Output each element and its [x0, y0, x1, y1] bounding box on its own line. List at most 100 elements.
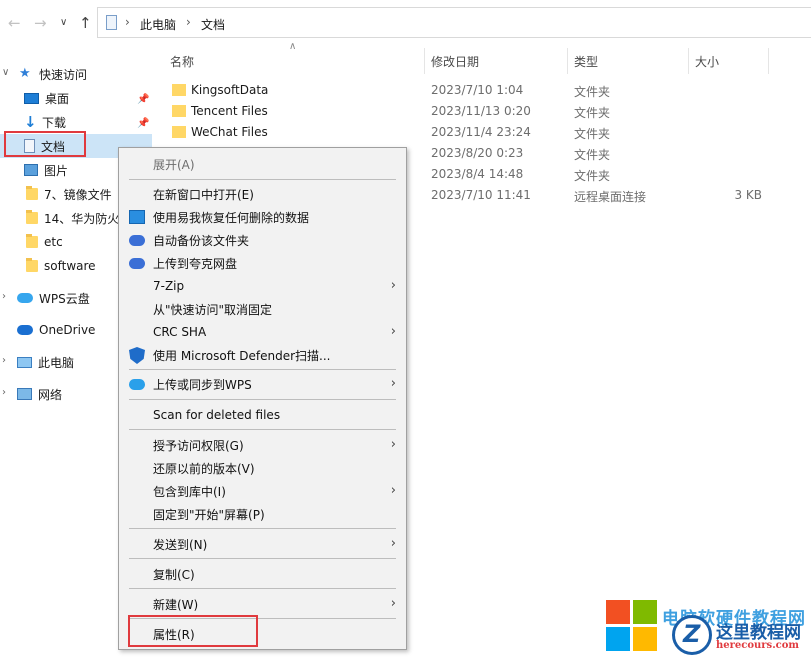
- nav-item-label: OneDrive: [39, 323, 96, 337]
- nav-folder-software[interactable]: software: [26, 255, 96, 277]
- pictures-icon: [24, 164, 38, 176]
- chevron-down-icon[interactable]: ∨: [2, 67, 9, 78]
- submenu-arrow-icon: ›: [390, 596, 396, 611]
- forward-arrow-icon[interactable]: →: [34, 14, 47, 32]
- nav-this-pc[interactable]: › 此电脑: [2, 351, 74, 373]
- menu-item-include-in-library[interactable]: 包含到库中(I) ›: [119, 480, 406, 502]
- column-divider[interactable]: [768, 48, 769, 74]
- menu-item-expand[interactable]: 展开(A): [119, 153, 406, 175]
- menu-item-new[interactable]: 新建(W) ›: [119, 593, 406, 615]
- menu-separator: [129, 429, 396, 430]
- nav-folder-mirror[interactable]: 7、镜像文件: [26, 183, 112, 205]
- wps-cloud-icon: [129, 379, 145, 390]
- nav-network[interactable]: › 网络: [2, 383, 62, 405]
- menu-item-easeus-recover[interactable]: 使用易我恢复任何删除的数据: [119, 206, 406, 228]
- back-arrow-icon[interactable]: ←: [8, 14, 21, 32]
- nav-folder-etc[interactable]: etc: [26, 231, 63, 253]
- desktop-icon: [24, 92, 39, 104]
- nav-item-label: 桌面: [45, 91, 70, 106]
- folder-icon: [26, 186, 38, 200]
- download-arrow-icon: ↓: [24, 112, 37, 131]
- menu-item-label: 固定到"开始"屏幕(P): [153, 507, 265, 522]
- submenu-arrow-icon: ›: [390, 437, 396, 452]
- file-row[interactable]: WeChat Files 2023/11/4 23:24 文件夹: [160, 122, 811, 143]
- context-menu: 展开(A) 在新窗口中打开(E) 使用易我恢复任何删除的数据 自动备份该文件夹 …: [118, 147, 407, 650]
- folder-icon: [172, 84, 186, 96]
- file-date: 2023/11/13 0:20: [431, 104, 531, 118]
- menu-item-grant-access[interactable]: 授予访问权限(G) ›: [119, 434, 406, 456]
- menu-item-scan-deleted[interactable]: Scan for deleted files: [119, 404, 406, 426]
- nav-wps-cloud[interactable]: › WPS云盘: [2, 287, 90, 309]
- menu-item-label: 上传或同步到WPS: [153, 377, 252, 392]
- nav-folder-huawei[interactable]: 14、华为防火: [26, 207, 119, 229]
- file-date: 2023/8/4 14:48: [431, 167, 524, 181]
- submenu-arrow-icon: ›: [390, 324, 396, 339]
- menu-item-copy[interactable]: 复制(C): [119, 563, 406, 585]
- submenu-arrow-icon: ›: [390, 376, 396, 391]
- column-header-name[interactable]: 名称: [170, 46, 194, 76]
- menu-item-open-new-window[interactable]: 在新窗口中打开(E): [119, 183, 406, 205]
- menu-item-defender-scan[interactable]: 使用 Microsoft Defender扫描...: [119, 344, 406, 366]
- cloud-icon: [129, 235, 145, 246]
- sort-ascending-icon: ∧: [289, 41, 297, 52]
- column-header-size[interactable]: 大小: [695, 46, 719, 76]
- column-header-date[interactable]: 修改日期: [431, 46, 479, 76]
- nav-pictures[interactable]: 图片: [24, 159, 68, 181]
- nav-item-label: 此电脑: [38, 355, 75, 370]
- chevron-right-icon[interactable]: ›: [2, 387, 6, 398]
- menu-item-restore-versions[interactable]: 还原以前的版本(V): [119, 457, 406, 479]
- watermark-z-logo-icon: Z: [672, 615, 712, 655]
- nav-quick-access[interactable]: ∨ ★ 快速访问: [2, 63, 87, 85]
- breadcrumb-documents[interactable]: 文档: [201, 16, 225, 33]
- nav-item-label: 网络: [38, 387, 63, 402]
- menu-separator: [129, 528, 396, 529]
- recent-locations-chevron-icon[interactable]: ∨: [60, 17, 67, 28]
- menu-item-7zip[interactable]: 7-Zip ›: [119, 275, 406, 297]
- folder-icon: [26, 234, 38, 248]
- file-type: 文件夹: [574, 85, 611, 99]
- menu-item-pin-to-start[interactable]: 固定到"开始"屏幕(P): [119, 503, 406, 525]
- menu-item-unpin-quick-access[interactable]: 从"快速访问"取消固定: [119, 298, 406, 320]
- menu-item-send-to[interactable]: 发送到(N) ›: [119, 533, 406, 555]
- menu-item-label: 使用 Microsoft Defender扫描...: [153, 348, 331, 363]
- column-header-type[interactable]: 类型: [574, 46, 598, 76]
- chevron-right-icon[interactable]: ›: [2, 355, 6, 366]
- menu-item-label: 还原以前的版本(V): [153, 461, 255, 476]
- menu-item-wps-sync[interactable]: 上传或同步到WPS ›: [119, 373, 406, 395]
- nav-item-label: 7、镜像文件: [44, 187, 112, 202]
- folder-icon: [172, 105, 186, 117]
- menu-item-label: 自动备份该文件夹: [153, 233, 250, 248]
- breadcrumb-separator-icon[interactable]: ›: [186, 15, 191, 29]
- menu-separator: [129, 369, 396, 370]
- submenu-arrow-icon: ›: [390, 483, 396, 498]
- file-name: WeChat Files: [191, 125, 268, 139]
- file-date: 2023/7/10 11:41: [431, 188, 531, 202]
- nav-onedrive[interactable]: OneDrive: [2, 319, 95, 341]
- file-row[interactable]: Tencent Files 2023/11/13 0:20 文件夹: [160, 101, 811, 122]
- column-divider[interactable]: [688, 48, 689, 74]
- up-arrow-icon[interactable]: ↑: [79, 14, 92, 32]
- onedrive-cloud-icon: [17, 325, 33, 335]
- menu-item-crc-sha[interactable]: CRC SHA ›: [119, 321, 406, 343]
- file-row[interactable]: KingsoftData 2023/7/10 1:04 文件夹: [160, 80, 811, 101]
- windows-logo-icon: [606, 600, 658, 652]
- file-name: KingsoftData: [191, 83, 269, 97]
- column-divider[interactable]: [424, 48, 425, 74]
- menu-item-upload-quark[interactable]: 上传到夸克网盘: [119, 252, 406, 274]
- column-divider[interactable]: [567, 48, 568, 74]
- menu-item-label: 新建(W): [153, 597, 199, 612]
- nav-item-label: 图片: [44, 163, 69, 178]
- file-size: 3 KB: [734, 188, 762, 202]
- breadcrumb-this-pc[interactable]: 此电脑: [140, 16, 176, 33]
- nav-item-label: WPS云盘: [39, 291, 90, 306]
- recovery-app-icon: [129, 210, 145, 224]
- computer-icon: [17, 356, 32, 368]
- menu-item-auto-backup[interactable]: 自动备份该文件夹: [119, 229, 406, 251]
- chevron-right-icon[interactable]: ›: [2, 291, 6, 302]
- nav-downloads[interactable]: ↓ 下载: [24, 111, 66, 133]
- nav-desktop[interactable]: 桌面: [24, 87, 69, 109]
- address-box[interactable]: › 此电脑 › 文档: [97, 7, 811, 38]
- menu-separator: [129, 399, 396, 400]
- file-type: 文件夹: [574, 169, 611, 183]
- breadcrumb-separator-icon[interactable]: ›: [125, 15, 130, 29]
